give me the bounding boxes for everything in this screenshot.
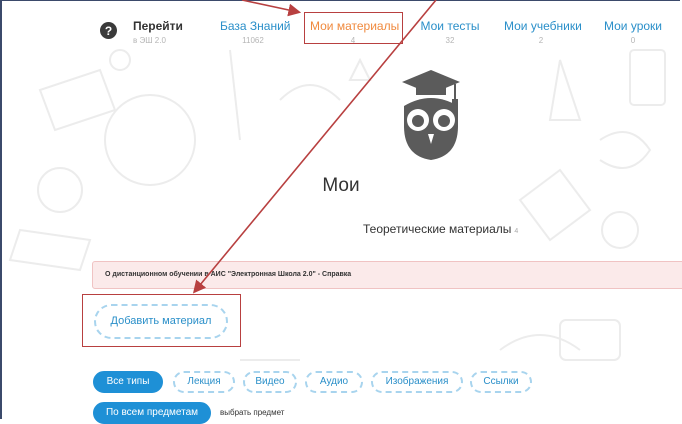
filter-images[interactable]: Изображения (371, 371, 463, 393)
nav-go-label: Перейти (133, 19, 183, 33)
nav-my-lessons[interactable]: Мои уроки 0 (604, 19, 662, 47)
section-subtitle-text: Теоретические материалы (363, 222, 512, 236)
owl-graduate-icon (402, 70, 460, 160)
nav-knowledge-base-count: 11062 (242, 36, 264, 45)
annotation-highlight-nav (304, 12, 403, 44)
info-alert[interactable]: О дистанционном обучении в АИС "Электрон… (92, 261, 682, 289)
nav-my-tests-label: Мои тесты (420, 19, 480, 33)
nav-my-tests[interactable]: Мои тесты 32 (420, 19, 480, 47)
section-subtitle: Теоретические материалы 4 (363, 222, 518, 236)
choose-subject-link[interactable]: выбрать предмет (220, 408, 284, 417)
nav-knowledge-base-label: База Знаний (220, 19, 291, 33)
nav-my-textbooks-label: Мои учебники (504, 19, 582, 33)
nav-my-lessons-label: Мои уроки (604, 19, 663, 33)
info-alert-text: О дистанционном обучении в АИС "Электрон… (105, 271, 352, 278)
filter-video[interactable]: Видео (243, 371, 297, 393)
nav-go-sub: в ЭШ 2.0 (133, 36, 166, 45)
window-frame (0, 0, 680, 419)
nav-my-tests-count: 32 (445, 36, 455, 45)
help-icon[interactable]: ? (100, 22, 117, 39)
nav-my-textbooks-count: 2 (538, 36, 544, 45)
filter-lecture[interactable]: Лекция (173, 371, 235, 393)
annotation-highlight-add (82, 294, 241, 347)
filter-links[interactable]: Ссылки (470, 371, 532, 393)
section-subtitle-count: 4 (514, 228, 519, 235)
filter-all-types[interactable]: Все типы (93, 371, 163, 393)
nav-my-lessons-count: 0 (630, 36, 636, 45)
page-title: Мои (322, 175, 360, 196)
nav-go-eshkola[interactable]: Перейти в ЭШ 2.0 (133, 19, 183, 47)
filter-audio[interactable]: Аудио (305, 371, 363, 393)
nav-knowledge-base[interactable]: База Знаний 11062 (220, 19, 291, 47)
nav-my-textbooks[interactable]: Мои учебники 2 (504, 19, 582, 47)
